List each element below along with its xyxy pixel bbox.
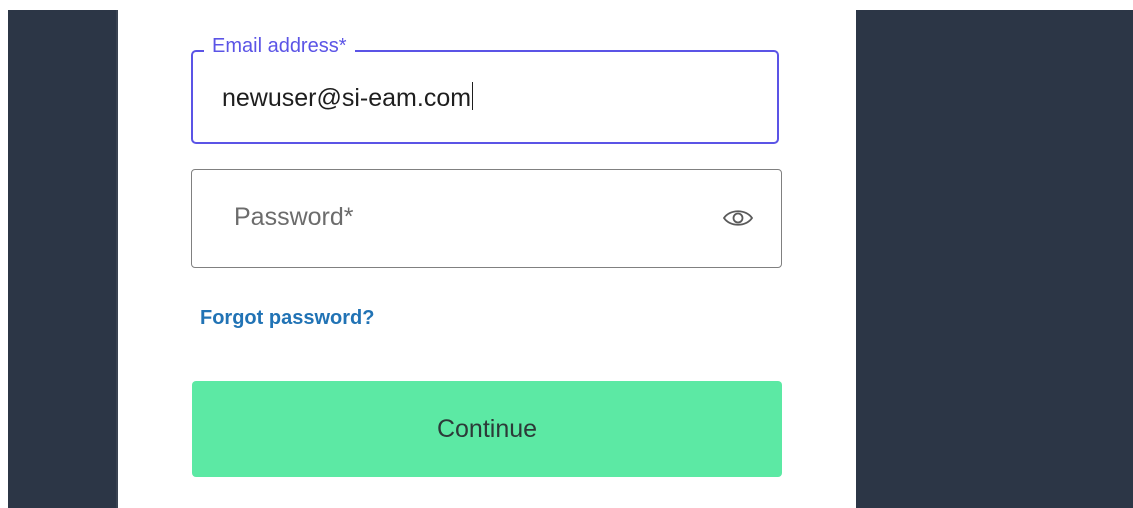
forgot-password-link[interactable]: Forgot password? (200, 306, 374, 330)
eye-icon[interactable] (722, 206, 754, 230)
text-caret (472, 82, 474, 110)
login-page: Email address* newuser@si-eam.com Forgot… (0, 0, 1133, 508)
continue-button[interactable]: Continue (192, 381, 782, 477)
right-background-panel (856, 10, 1133, 508)
password-input[interactable] (234, 199, 704, 235)
left-background-panel (8, 10, 117, 508)
email-input-value: newuser@si-eam.com (222, 84, 472, 112)
email-field-label: Email address* (204, 34, 355, 58)
card-edge-divider (116, 10, 118, 508)
email-input[interactable]: newuser@si-eam.com (222, 82, 474, 113)
